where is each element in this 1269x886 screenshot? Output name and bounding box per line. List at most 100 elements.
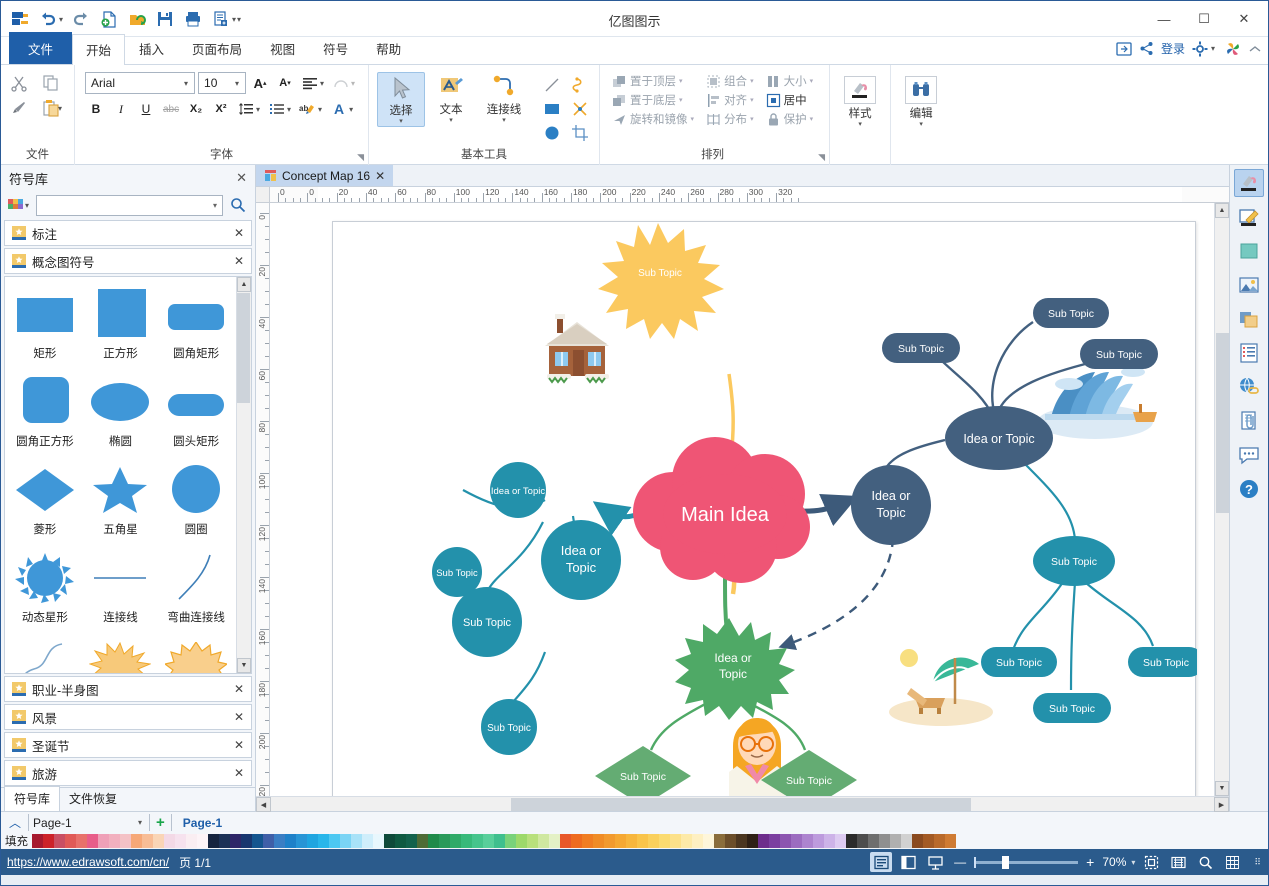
color-swatch[interactable] xyxy=(340,834,351,848)
style-button[interactable]: 样式 ▾ xyxy=(836,74,884,129)
color-swatch[interactable] xyxy=(472,834,483,848)
diagram-page[interactable]: Sub Topic Idea or Topic Idea or Topic xyxy=(332,221,1197,796)
fit-width-icon[interactable] xyxy=(1167,852,1189,872)
color-swatch[interactable] xyxy=(263,834,274,848)
font-name-caret-icon[interactable]: ▾ xyxy=(180,79,192,88)
color-swatch[interactable] xyxy=(153,834,164,848)
color-swatch[interactable] xyxy=(626,834,637,848)
menu-tab-home[interactable]: 开始 xyxy=(72,34,126,65)
bring-to-front-button[interactable]: 置于顶层 ▾ xyxy=(610,72,696,90)
color-swatch[interactable] xyxy=(692,834,703,848)
node-s2[interactable]: Idea or Topic xyxy=(945,406,1053,470)
zoom-in-button[interactable]: + xyxy=(1083,854,1097,870)
color-swatch[interactable] xyxy=(230,834,241,848)
color-swatch[interactable] xyxy=(615,834,626,848)
text-tool-button[interactable]: 文本 ▾ xyxy=(427,72,475,125)
ruler-corner[interactable] xyxy=(256,187,270,203)
color-swatch[interactable] xyxy=(274,834,285,848)
text-align-caret-icon[interactable]: ▾ xyxy=(320,79,327,88)
node-t2[interactable]: Idea or Topic xyxy=(490,462,546,518)
color-swatch[interactable] xyxy=(868,834,879,848)
shape-line[interactable]: 连接线 xyxy=(83,547,159,635)
menu-tab-file[interactable]: 文件 xyxy=(9,32,73,64)
color-swatch[interactable] xyxy=(175,834,186,848)
color-swatch[interactable] xyxy=(934,834,945,848)
node-b3[interactable]: Sub Topic xyxy=(1033,693,1111,723)
shapes-scroll-down-button[interactable]: ▼ xyxy=(237,658,251,673)
canvas-horizontal-scrollbar[interactable]: ◀ ▶ xyxy=(256,796,1229,812)
copy-button[interactable] xyxy=(39,72,68,94)
color-swatch[interactable] xyxy=(384,834,395,848)
color-swatch[interactable] xyxy=(857,834,868,848)
menu-tab-view[interactable]: 视图 xyxy=(256,33,309,64)
shape-curve[interactable]: 弯曲连接线 xyxy=(158,547,234,635)
arrange-dialog-launcher[interactable]: ◥ xyxy=(818,152,825,163)
shape-big-explosion[interactable]: 大爆炸 xyxy=(158,635,234,673)
select-tool-caret-icon[interactable]: ▾ xyxy=(399,118,403,126)
library-category-close-icon[interactable]: ✕ xyxy=(234,710,244,724)
line-shape-button[interactable] xyxy=(541,74,563,96)
document-tab-concept-map[interactable]: Concept Map 16 ✕ xyxy=(256,165,394,186)
close-button[interactable]: ✕ xyxy=(1224,5,1264,33)
canvas-vscroll-thumb[interactable] xyxy=(1216,333,1229,513)
text-curve-caret-icon[interactable]: ▾ xyxy=(351,79,358,88)
page-select-combo[interactable]: Page-1 ▾ xyxy=(28,814,146,831)
color-swatch[interactable] xyxy=(901,834,912,848)
shapes-scroll-up-button[interactable]: ▲ xyxy=(237,277,251,292)
library-category-close-icon[interactable]: ✕ xyxy=(234,682,244,696)
node-g2[interactable]: Sub Topic xyxy=(595,746,691,796)
align-button[interactable]: 对齐 ▾ xyxy=(704,91,756,109)
color-swatch[interactable] xyxy=(109,834,120,848)
zoom-dropdown-caret-icon[interactable]: ▾ xyxy=(1131,858,1135,867)
color-swatch[interactable] xyxy=(87,834,98,848)
shape-rectangle[interactable]: 矩形 xyxy=(7,283,83,371)
fit-page-icon[interactable] xyxy=(1140,852,1162,872)
shape-circle[interactable]: 圆圈 xyxy=(158,459,234,547)
color-swatch[interactable] xyxy=(450,834,461,848)
text-highlight-caret-icon[interactable]: ▾ xyxy=(318,105,325,114)
horizontal-ruler[interactable]: 0 0 20 40 60 80 100 120 140 160 180 200 220 240 260 280… xyxy=(270,187,1229,203)
page-select-caret-icon[interactable]: ▾ xyxy=(134,818,146,827)
connector-tool-button[interactable]: 连接线 ▾ xyxy=(477,72,531,125)
edit-button[interactable]: 编辑 ▾ xyxy=(897,74,945,129)
settings-caret-icon[interactable]: ▾ xyxy=(1211,44,1218,53)
library-search-box[interactable]: ▾ xyxy=(36,194,223,216)
comment-icon[interactable] xyxy=(1234,441,1264,469)
send-to-back-button[interactable]: 置于底层 ▾ xyxy=(610,91,696,109)
node-b4[interactable]: Sub Topic xyxy=(1128,647,1197,677)
crop-shape-button[interactable] xyxy=(569,122,591,144)
library-category-christmas[interactable]: 圣诞节 ✕ xyxy=(4,732,252,758)
color-swatch[interactable] xyxy=(428,834,439,848)
concept-map-diagram[interactable]: Sub Topic Idea or Topic Idea or Topic xyxy=(333,222,1197,796)
library-category-close-icon[interactable]: ✕ xyxy=(234,254,244,268)
color-swatch[interactable] xyxy=(142,834,153,848)
library-picker-icon[interactable] xyxy=(7,197,25,213)
canvas-vertical-scrollbar[interactable]: ▲ ▼ xyxy=(1214,203,1229,796)
color-swatch[interactable] xyxy=(483,834,494,848)
node-y2[interactable]: Sub Topic xyxy=(598,223,724,339)
color-swatch[interactable] xyxy=(527,834,538,848)
color-swatch[interactable] xyxy=(846,834,857,848)
rotate-flip-button[interactable]: 旋转和镜像 ▾ xyxy=(610,110,696,128)
color-swatch[interactable] xyxy=(648,834,659,848)
color-swatch-icon[interactable] xyxy=(1234,237,1264,265)
shape-diamond[interactable]: 菱形 xyxy=(7,459,83,547)
pen-edit-icon[interactable] xyxy=(1234,203,1264,231)
font-color-button[interactable]: A xyxy=(328,98,350,120)
color-swatch[interactable] xyxy=(747,834,758,848)
superscript-button[interactable]: X² xyxy=(210,98,232,120)
color-swatch[interactable] xyxy=(296,834,307,848)
color-swatch[interactable] xyxy=(802,834,813,848)
shape-pill[interactable]: 圆头矩形 xyxy=(158,371,234,459)
color-swatch[interactable] xyxy=(912,834,923,848)
node-t4[interactable]: Sub Topic xyxy=(452,587,522,657)
shape-ellipse[interactable]: 椭圆 xyxy=(83,371,159,459)
style-caret-icon[interactable]: ▾ xyxy=(858,121,862,129)
color-swatch[interactable] xyxy=(351,834,362,848)
node-b1[interactable]: Sub Topic xyxy=(1033,536,1115,586)
color-swatch[interactable] xyxy=(461,834,472,848)
cross-shape-button[interactable] xyxy=(569,98,591,120)
curve-shape-button[interactable] xyxy=(569,74,591,96)
canvas-hscroll-thumb[interactable] xyxy=(511,798,971,811)
minimize-button[interactable]: — xyxy=(1144,5,1184,33)
